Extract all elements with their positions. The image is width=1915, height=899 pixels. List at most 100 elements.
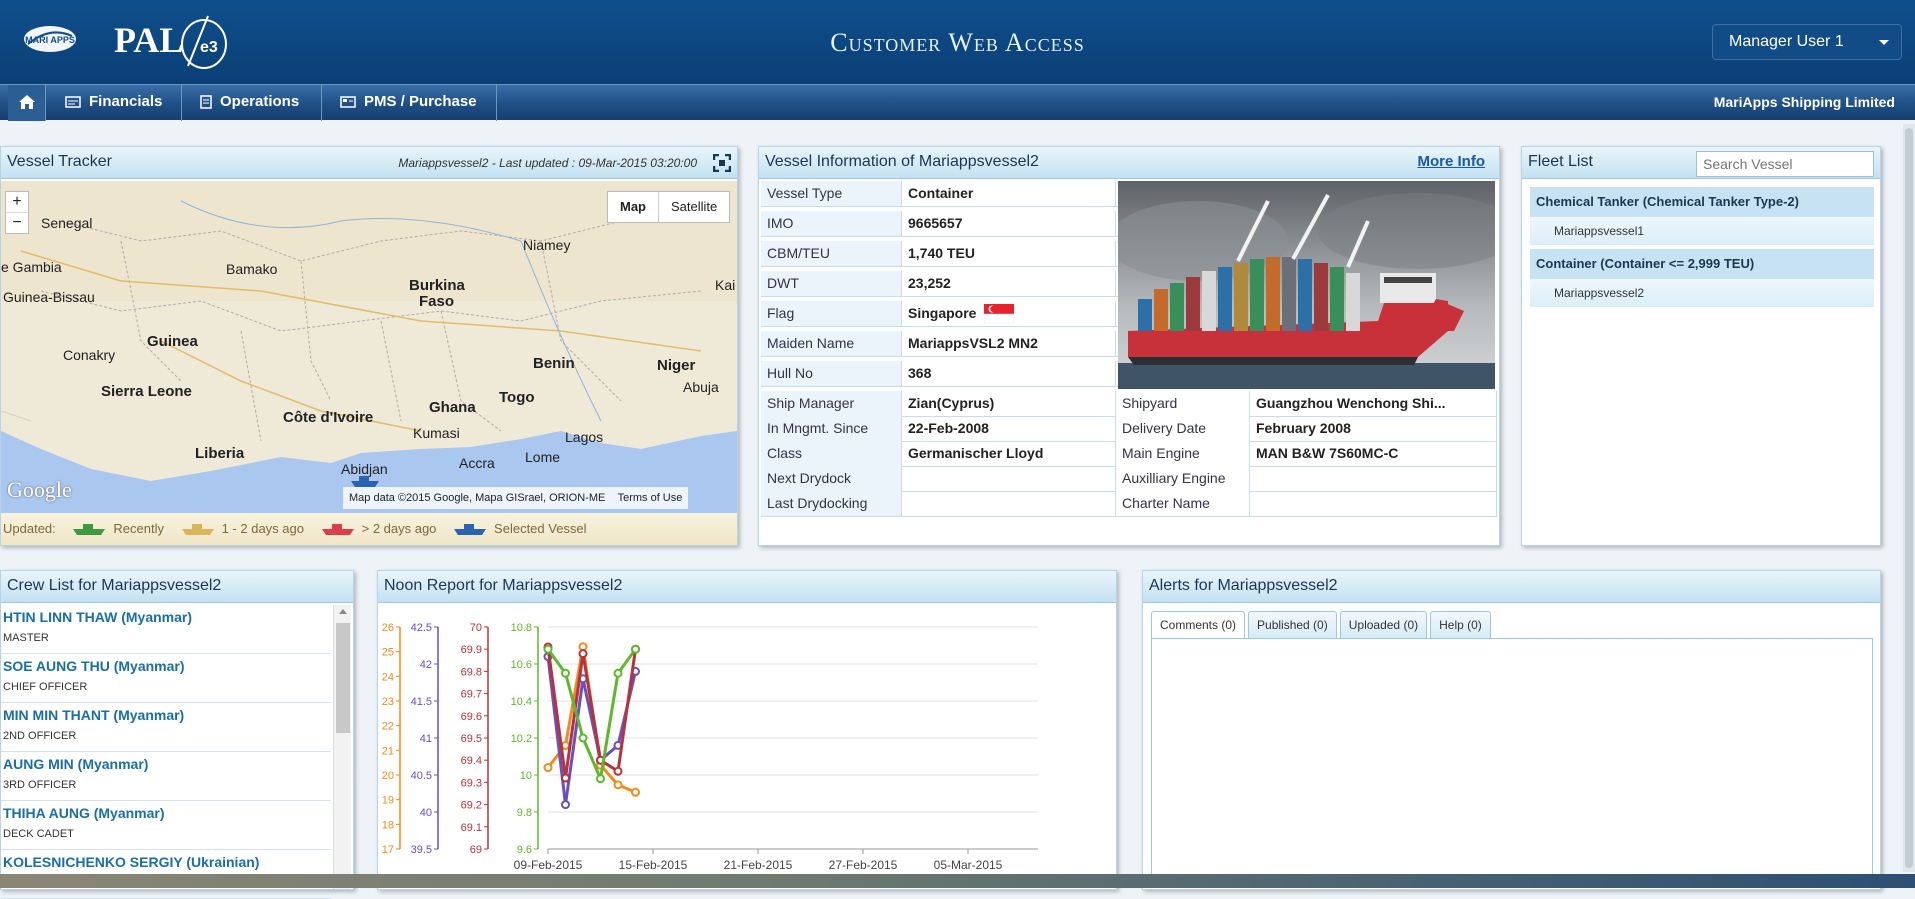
chart-y-tick-label: 9.6 [517, 844, 532, 856]
chart-y-tick-label: 21 [382, 745, 394, 757]
chart-y-tick-label: 10.6 [511, 659, 532, 671]
fleet-vessel-item[interactable]: Mariappsvessel1 [1530, 217, 1874, 245]
vi-label: Main Engine [1116, 441, 1250, 466]
chart-point [561, 800, 570, 810]
chart-point [578, 649, 588, 659]
home-icon [18, 95, 35, 109]
nav-operations[interactable]: Operations [182, 85, 322, 121]
vi-value: 368 [902, 361, 1116, 386]
vi-value [1250, 491, 1497, 516]
vessel-info-header: Vessel Information of Mariappsvessel2 Mo… [759, 147, 1499, 179]
tab-uploaded[interactable]: Uploaded (0) [1339, 611, 1428, 639]
vi-value: Guangzhou Wenchong Shi... [1250, 391, 1497, 416]
legend-1-2-days: 1 - 2 days ago [221, 521, 304, 536]
crew-name[interactable]: KOLESNICHENKO SERGIY (Ukrainian) [3, 854, 259, 870]
vi-value: Container [902, 181, 1116, 206]
tab-published[interactable]: Published (0) [1248, 611, 1337, 639]
chart-y-tick-label: 42 [420, 659, 432, 671]
noon-report-panel: Noon Report for Mariappsvessel2 09-Feb-2… [377, 570, 1117, 890]
user-name: Manager User 1 [1729, 33, 1844, 50]
fleet-vessel-item[interactable]: Mariappsvessel2 [1530, 279, 1874, 307]
crew-name[interactable]: MIN MIN THANT (Myanmar) [3, 707, 184, 723]
fleet-group[interactable]: Chemical Tanker (Chemical Tanker Type-2) [1530, 187, 1874, 217]
crew-name[interactable]: AUNG MIN (Myanmar) [3, 756, 148, 772]
chart-point [613, 766, 623, 776]
chart-point [631, 787, 640, 797]
chevron-down-icon [1879, 40, 1889, 45]
crew-role: MASTER [3, 632, 49, 644]
nav-pms-purchase[interactable]: PMS / Purchase [322, 85, 497, 121]
chart-y-tick-label: 40 [420, 807, 432, 819]
dollar-icon [65, 96, 81, 108]
crew-name[interactable]: HTIN LINN THAW (Myanmar) [3, 609, 192, 625]
nav-home[interactable] [8, 85, 46, 121]
vi-label: Vessel Type [761, 181, 902, 206]
chart-y-tick-label: 17 [382, 844, 394, 856]
chart-y-tick-label: 41.5 [411, 696, 432, 708]
vi-value: 22-Feb-2008 [902, 416, 1116, 441]
app-title: Customer Web Access [830, 28, 1085, 57]
scroll-up-icon[interactable] [334, 605, 352, 619]
crew-name[interactable]: SOE AUNG THU (Myanmar) [3, 658, 185, 674]
crew-row[interactable]: THIHA AUNG (Myanmar) DECK CADET [1, 801, 331, 850]
vessel-tracker-title: Vessel Tracker [7, 153, 112, 170]
chart-y-tick-label: 9.8 [517, 807, 532, 819]
page-scrollbar[interactable] [1903, 124, 1915, 872]
vi-value: MAN B&W 7S60MC-C [1250, 441, 1497, 466]
crew-scroll-thumb[interactable] [336, 623, 350, 733]
map-place-label: Côte d'Ivoire [283, 409, 374, 426]
more-info-link[interactable]: More Info [1418, 147, 1486, 177]
noon-report-header: Noon Report for Mariappsvessel2 [378, 571, 1116, 603]
satellite-view-button[interactable]: Satellite [659, 192, 729, 222]
chart-y-tick-label: 69.6 [461, 711, 482, 723]
crew-row[interactable]: MIN MIN THANT (Myanmar) 2ND OFFICER [1, 703, 331, 752]
expand-icon[interactable] [713, 154, 731, 172]
vessel-map[interactable]: Senegal e Gambia Guinea-Bissau Bamako Ni… [1, 181, 737, 513]
map-view-button[interactable]: Map [608, 192, 659, 222]
legend-selected: Selected Vessel [494, 521, 587, 536]
crew-row[interactable]: HTIN LINN THAW (Myanmar) MASTER [1, 605, 331, 654]
alerts-tabs: Comments (0) Published (0) Uploaded (0) … [1151, 611, 1494, 639]
zoom-in-button[interactable]: + [6, 192, 28, 212]
chart-y-tick-label: 70 [470, 622, 482, 634]
fleet-list-panel: Fleet List Chemical Tanker (Chemical Tan… [1521, 146, 1881, 546]
ship-yellow-icon [181, 523, 214, 535]
crew-name[interactable]: THIHA AUNG (Myanmar) [3, 805, 165, 821]
vi-label: Class [761, 441, 902, 466]
vi-label: CBM/TEU [761, 241, 902, 266]
crew-row[interactable]: AUNG MIN (Myanmar) 3RD OFFICER [1, 752, 331, 801]
page-scroll-thumb[interactable] [1905, 128, 1913, 868]
vi-value [902, 491, 1116, 516]
ship-green-icon [73, 523, 106, 535]
user-menu-dropdown[interactable]: Manager User 1 [1712, 24, 1902, 60]
zoom-out-button[interactable]: − [6, 212, 28, 233]
vi-label: Shipyard [1116, 391, 1250, 416]
map-place-label: Guinea-Bissau [3, 289, 95, 305]
crew-scrollbar[interactable] [333, 605, 351, 889]
chart-point [543, 644, 553, 654]
crew-list-title: Crew List for Mariappsvessel2 [7, 577, 222, 594]
map-attribution: Map data ©2015 Google, Mapa GISrael, ORI… [343, 487, 689, 509]
chart-y-tick-label: 69.3 [461, 777, 482, 789]
vi-row: Hull No 368 [761, 361, 1118, 387]
tab-comments[interactable]: Comments (0) [1151, 611, 1246, 639]
chart-y-tick-label: 26 [382, 622, 394, 634]
chart-point [631, 644, 640, 654]
document-icon [200, 95, 212, 109]
vi-label: Hull No [761, 361, 902, 386]
map-place-label: Lagos [565, 429, 604, 445]
vessel-tracker-last-updated: Mariappsvessel2 - Last updated : 09-Mar-… [398, 156, 697, 170]
tab-help[interactable]: Help (0) [1430, 611, 1491, 639]
vi-row: Vessel Type Container [761, 181, 1118, 207]
terms-of-use-link[interactable]: Terms of Use [618, 492, 683, 504]
fleet-group[interactable]: Container (Container <= 2,999 TEU) [1530, 249, 1874, 279]
chart-y-tick-label: 10.4 [511, 696, 532, 708]
vi-value-flag: Singapore [902, 301, 1116, 326]
nav-financials[interactable]: Financials [47, 85, 182, 121]
map-place-label: Senegal [41, 215, 93, 231]
crew-row[interactable]: SOE AUNG THU (Myanmar) CHIEF OFFICER [1, 654, 331, 703]
vi-label: In Mngmt. Since [761, 416, 902, 441]
vi-label: Next Drydock [761, 466, 902, 491]
chart-point [561, 773, 570, 783]
search-vessel-input[interactable] [1696, 151, 1874, 177]
